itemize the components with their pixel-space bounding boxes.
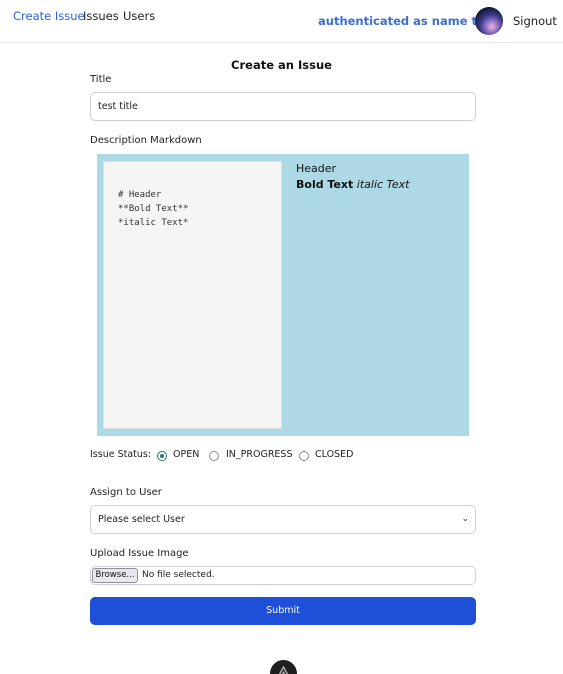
- preview-header: Header: [296, 162, 337, 175]
- status-closed-radio[interactable]: [299, 451, 309, 461]
- preview-bold-text: Bold Text: [296, 178, 354, 191]
- markdown-editor-container: # Header **Bold Text** *italic Text* Hea…: [97, 154, 469, 436]
- assign-user-value: Please select User: [98, 514, 185, 525]
- status-in-progress-radio[interactable]: [209, 451, 219, 461]
- nav-issues-link[interactable]: Issues: [83, 9, 119, 23]
- app-logo-icon: [270, 660, 297, 674]
- nav-users-link[interactable]: Users: [123, 9, 155, 23]
- upload-image-label: Upload Issue Image: [90, 548, 189, 559]
- status-open-radio[interactable]: [157, 451, 167, 461]
- status-in-progress-label: IN_PROGRESS: [226, 449, 293, 460]
- chevron-down-icon: ⌄: [461, 514, 469, 524]
- file-status-text: No file selected.: [142, 570, 215, 580]
- auth-status-text: authenticated as name test: [318, 14, 498, 28]
- status-open-label: OPEN: [173, 449, 200, 460]
- markdown-source-textarea[interactable]: # Header **Bold Text** *italic Text*: [103, 161, 282, 429]
- submit-button[interactable]: Submit: [90, 597, 476, 625]
- page-title: Create an Issue: [231, 58, 332, 72]
- description-label: Description Markdown: [90, 135, 202, 146]
- issue-status-label: Issue Status:: [90, 449, 152, 460]
- user-avatar[interactable]: [475, 7, 503, 35]
- top-navbar: Create Issue Issues Users authenticated …: [0, 0, 563, 43]
- image-file-input[interactable]: Browse... No file selected.: [90, 566, 476, 585]
- signout-link[interactable]: Signout: [513, 14, 557, 28]
- assign-user-select[interactable]: Please select User ⌄: [90, 505, 476, 534]
- title-input[interactable]: test title: [90, 92, 476, 121]
- title-label: Title: [90, 74, 112, 85]
- status-closed-label: CLOSED: [315, 449, 354, 460]
- nav-create-issue-link[interactable]: Create Issue: [13, 9, 85, 23]
- markdown-preview: Header Bold Text italic Text: [296, 162, 410, 191]
- assign-user-label: Assign to User: [90, 487, 162, 498]
- browse-button[interactable]: Browse...: [92, 568, 138, 583]
- preview-italic-text: italic Text: [356, 178, 410, 191]
- create-issue-page: Create Issue Issues Users authenticated …: [0, 0, 563, 674]
